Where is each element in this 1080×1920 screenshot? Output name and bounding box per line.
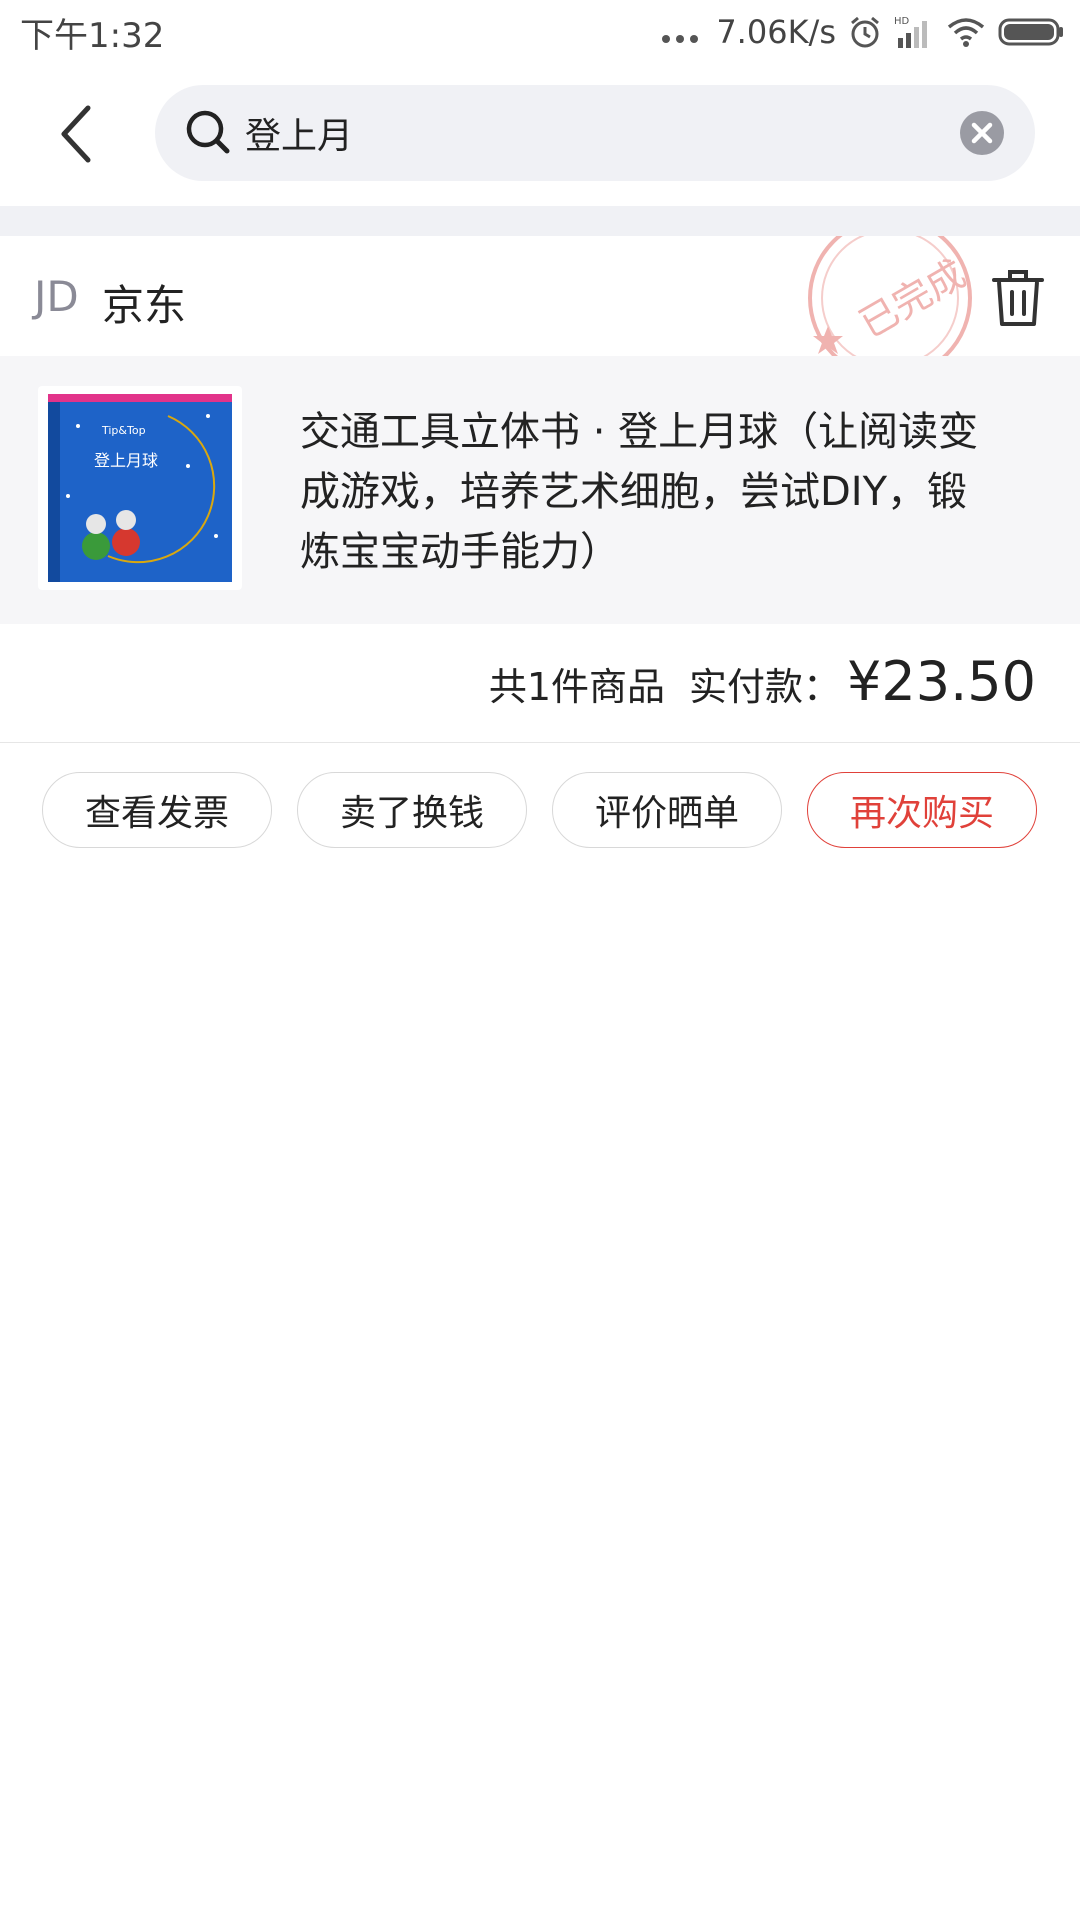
hd-signal-icon: HD xyxy=(894,16,927,48)
product-title[interactable]: 交通工具立体书 · 登上月球（让阅读变成游戏，培养艺术细胞，尝试DIY，锻炼宝宝… xyxy=(300,402,1000,582)
back-button[interactable] xyxy=(40,94,112,174)
search-input[interactable] xyxy=(245,103,895,163)
search-header xyxy=(0,78,1080,188)
svg-text:HD: HD xyxy=(894,16,910,27)
order-product-row[interactable]: Tip&Top 登上月球 交通工具立体书 · 登上月球（让阅读变成游戏，培养艺术… xyxy=(0,356,1080,624)
search-icon xyxy=(186,110,230,154)
delete-button[interactable] xyxy=(990,266,1046,330)
status-icons: 7.06K/s HD xyxy=(662,13,1064,51)
view-invoice-button[interactable]: 查看发票 xyxy=(42,772,272,848)
sell-for-cash-button[interactable]: 卖了换钱 xyxy=(297,772,527,848)
cover-title: 登上月球 xyxy=(94,451,158,470)
shop-name[interactable]: 京东 xyxy=(102,272,186,333)
alarm-icon xyxy=(851,16,879,48)
more-dots-icon xyxy=(662,35,699,43)
order-summary: 共1件商品 实付款： ¥23.50 xyxy=(0,624,1080,743)
search-bar[interactable] xyxy=(155,85,1035,181)
status-stamp-text: 已完成 xyxy=(852,251,973,346)
buy-again-button[interactable]: 再次购买 xyxy=(807,772,1037,848)
trash-icon xyxy=(992,270,1044,326)
item-count: 共1件商品 xyxy=(488,665,666,709)
review-button[interactable]: 评价晒单 xyxy=(552,772,782,848)
order-actions: 查看发票 卖了换钱 评价晒单 再次购买 xyxy=(0,772,1080,852)
status-bar: 下午1:32 7.06K/s HD xyxy=(0,0,1080,64)
status-time: 下午1:32 xyxy=(20,15,165,56)
paid-amount: ¥23.50 xyxy=(847,650,1036,713)
cover-brand: Tip&Top xyxy=(101,424,146,437)
section-divider xyxy=(0,206,1080,236)
paid-label: 实付款： xyxy=(689,665,842,709)
order-shop-header: JD 京东 已完成 xyxy=(0,236,1080,380)
network-speed: 7.06K/s xyxy=(716,13,836,51)
battery-icon xyxy=(998,18,1063,46)
clear-circle-icon[interactable] xyxy=(959,110,1005,156)
shop-logo: JD xyxy=(34,272,79,321)
wifi-icon xyxy=(947,18,985,47)
product-thumbnail[interactable]: Tip&Top 登上月球 xyxy=(38,386,242,590)
chevron-left-icon xyxy=(61,105,91,163)
